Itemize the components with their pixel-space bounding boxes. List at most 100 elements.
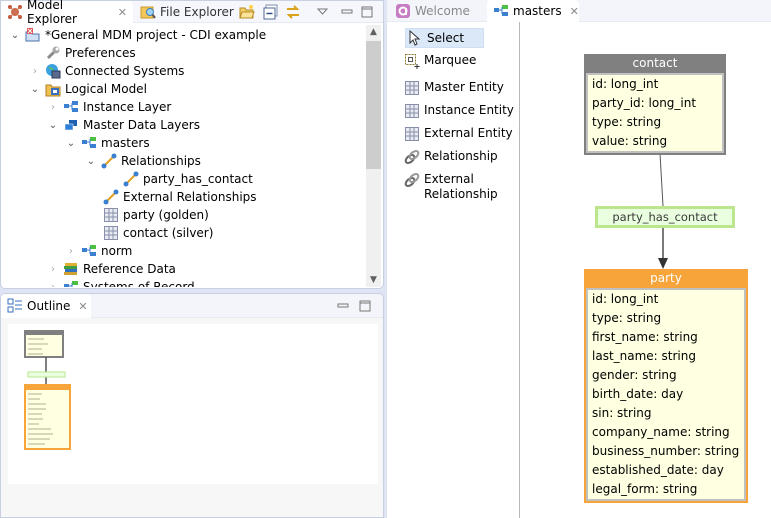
connector-line-contact (659, 152, 664, 207)
close-icon[interactable]: ✕ (570, 5, 579, 18)
tree-item-systems-of-record[interactable]: › Systems of Record (47, 278, 195, 287)
arrowhead-icon (658, 258, 668, 269)
close-icon[interactable]: ✕ (78, 300, 87, 313)
maximize-icon[interactable] (357, 298, 373, 314)
tree-item-connected-systems[interactable]: › Connected Systems (29, 62, 184, 80)
chevron-right-icon[interactable]: › (47, 263, 59, 275)
tree-item-party-golden[interactable]: party (golden) (87, 206, 209, 224)
model-explorer-view: Model Explorer ✕ File Explorer ⌄ *Genera… (0, 0, 384, 289)
tree-item-instance-layer[interactable]: › Instance Layer (47, 98, 171, 116)
layer-green-icon (81, 135, 97, 151)
tree-item-label: party (golden) (123, 208, 209, 222)
entity-attribute[interactable]: party_id: long_int (588, 94, 722, 113)
scroll-up-icon[interactable]: ▲ (366, 25, 381, 39)
project-icon (25, 27, 41, 43)
tree-item-reference-data[interactable]: › Reference Data (47, 260, 176, 278)
palette-external-relationship[interactable]: External Relationship (404, 172, 500, 202)
relationship-party-has-contact[interactable]: party_has_contact (595, 206, 735, 228)
palette-marquee[interactable]: Marquee (404, 53, 476, 69)
tree-item-master-data-layers[interactable]: ⌄ Master Data Layers (47, 116, 200, 134)
entity-attribute[interactable]: value: string (588, 132, 722, 151)
chevron-down-icon[interactable]: ⌄ (29, 83, 41, 95)
open-folder-icon[interactable] (239, 4, 255, 20)
tree-item-contact-silver[interactable]: contact (silver) (87, 224, 213, 242)
chevron-down-icon[interactable]: ⌄ (65, 137, 77, 149)
entity-attribute[interactable]: id: long_int (588, 75, 722, 94)
chevron-down-icon[interactable]: ⌄ (85, 155, 97, 167)
palette-label: Instance Entity (424, 103, 514, 117)
scroll-down-icon[interactable]: ▼ (366, 273, 381, 287)
tree-item-preferences[interactable]: Preferences (29, 44, 136, 62)
scrollbar-thumb[interactable] (366, 41, 381, 169)
chevron-down-icon[interactable]: ⌄ (47, 119, 59, 131)
palette-external-entity[interactable]: External Entity (404, 126, 513, 142)
outline-icon (7, 298, 23, 314)
tree-item-label: Relationships (121, 154, 201, 168)
chevron-right-icon[interactable]: › (29, 65, 41, 77)
tree-item-label: Reference Data (83, 262, 176, 276)
tree-item-relationships[interactable]: ⌄ Relationships (85, 152, 201, 170)
entity-party[interactable]: party id: long_int type: string first_na… (584, 269, 748, 503)
chevron-right-icon[interactable]: › (47, 101, 59, 113)
tree-item-logical-model[interactable]: ⌄ Logical Model (29, 80, 147, 98)
outline-view: Outline ✕ (0, 293, 384, 518)
tab-model-explorer[interactable]: Model Explorer ✕ (1, 0, 133, 26)
entity-attribute[interactable]: id: long_int (588, 290, 744, 309)
entity-attribute[interactable]: first_name: string (588, 328, 744, 347)
outline-contact-entity (24, 330, 64, 358)
tree-item-masters[interactable]: ⌄ masters (65, 134, 150, 152)
entity-attributes: id: long_int party_id: long_int type: st… (586, 73, 724, 153)
entity-table-icon (103, 207, 119, 223)
entity-attribute[interactable]: type: string (588, 309, 744, 328)
chevron-right-icon[interactable]: › (65, 245, 77, 257)
entity-attribute[interactable]: business_number: string (588, 442, 744, 461)
layer-icon (63, 99, 79, 115)
vertical-scrollbar[interactable]: ▲ ▼ (366, 25, 381, 287)
link-with-editor-icon[interactable] (285, 4, 301, 20)
minimize-icon[interactable] (335, 298, 351, 314)
tree-item-project[interactable]: ⌄ *General MDM project - CDI example (9, 26, 266, 44)
entity-attribute[interactable]: sin: string (588, 404, 744, 423)
palette-instance-entity[interactable]: Instance Entity (404, 103, 514, 119)
entity-contact[interactable]: contact id: long_int party_id: long_int … (584, 54, 726, 155)
chevron-right-icon[interactable]: › (47, 281, 59, 288)
marquee-icon (404, 53, 420, 69)
tree-item-label: norm (101, 244, 133, 258)
palette-label: External Entity (424, 126, 513, 140)
palette-master-entity[interactable]: Master Entity (404, 80, 504, 96)
close-icon[interactable]: ✕ (118, 6, 127, 19)
outline-relationship (27, 371, 66, 378)
palette-label: Marquee (424, 53, 477, 67)
entity-attribute[interactable]: company_name: string (588, 423, 744, 442)
diagram-canvas[interactable]: contact id: long_int party_id: long_int … (521, 22, 771, 518)
entity-attribute[interactable]: gender: string (588, 366, 744, 385)
tab-outline[interactable]: Outline ✕ (1, 294, 91, 318)
tab-masters[interactable]: masters ✕ (487, 0, 579, 22)
explorer-tabbar: Model Explorer ✕ File Explorer (1, 0, 383, 26)
palette-select[interactable]: Select (405, 28, 484, 48)
tab-welcome[interactable]: Welcome (389, 0, 476, 22)
entity-table-icon (404, 80, 420, 96)
model-tree: ⌄ *General MDM project - CDI example Pre… (1, 25, 365, 287)
chevron-down-icon[interactable]: ⌄ (9, 29, 21, 41)
minimize-icon[interactable] (339, 4, 355, 20)
tree-item-party-has-contact[interactable]: party_has_contact (107, 170, 253, 188)
outline-canvas[interactable] (8, 324, 378, 484)
entity-header: party (586, 269, 746, 288)
tree-item-external-relationships[interactable]: External Relationships (87, 188, 257, 206)
palette-relationship[interactable]: Relationship (404, 149, 498, 165)
collapse-all-icon[interactable] (263, 4, 279, 20)
link-chain-icon (404, 172, 420, 188)
palette-label: Relationship (424, 149, 498, 163)
entity-attribute[interactable]: established_date: day (588, 461, 744, 480)
maximize-icon[interactable] (359, 4, 375, 20)
entity-attribute[interactable]: last_name: string (588, 347, 744, 366)
entity-attribute[interactable]: birth_date: day (588, 385, 744, 404)
tab-file-explorer[interactable]: File Explorer (134, 1, 240, 23)
view-menu-icon[interactable] (315, 4, 331, 20)
entity-attribute[interactable]: type: string (588, 113, 722, 132)
master-layers-icon (63, 117, 79, 133)
entity-attribute[interactable]: legal_form: string (588, 480, 744, 499)
pointer-icon (407, 29, 423, 46)
tree-item-norm[interactable]: › norm (65, 242, 132, 260)
